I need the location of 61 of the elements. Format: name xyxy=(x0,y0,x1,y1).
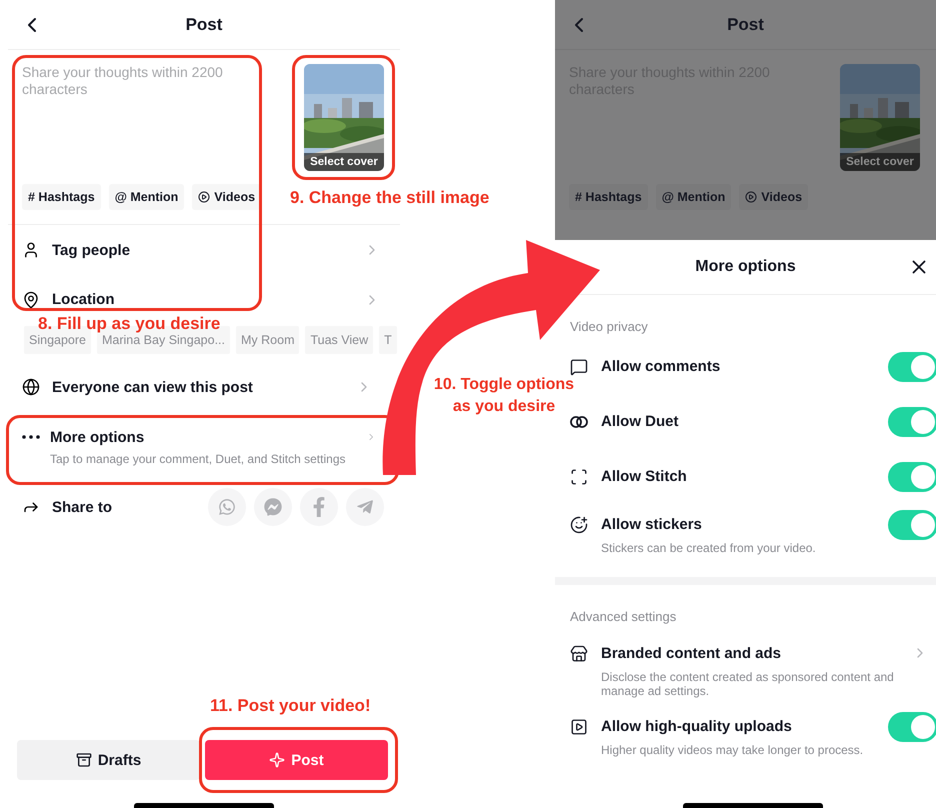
location-chip[interactable]: T xyxy=(379,326,397,354)
tag-chip[interactable]: Videos xyxy=(739,184,808,210)
toggle-switch[interactable] xyxy=(888,510,936,540)
tag-chip[interactable]: # Hashtags xyxy=(22,184,101,210)
cover-thumbnail[interactable]: Select cover xyxy=(840,64,920,171)
cover-thumbnail[interactable]: Select cover xyxy=(304,64,384,171)
option-label: Branded content and ads xyxy=(601,645,782,662)
whatsapp-icon xyxy=(218,498,236,516)
more-icon xyxy=(22,435,40,439)
section-title: Advanced settings xyxy=(569,608,678,626)
tag-chip[interactable]: Videos xyxy=(192,184,262,210)
share-label: Share to xyxy=(52,498,112,516)
option-description: Higher quality videos may take longer to process. xyxy=(601,743,864,757)
play-icon xyxy=(198,191,210,203)
stitch-icon xyxy=(570,468,588,486)
play-icon xyxy=(745,191,758,203)
globe-icon xyxy=(22,378,40,396)
telegram-icon xyxy=(356,498,374,516)
option-label: Allow stickers xyxy=(601,516,702,533)
caption-field[interactable]: Share your thoughts within 2200 characters xyxy=(22,64,292,172)
facebook-button[interactable] xyxy=(300,488,338,526)
option-label: Allow high-quality uploads xyxy=(601,718,792,735)
location-chip[interactable]: My Room xyxy=(236,326,300,354)
telegram-button[interactable] xyxy=(346,488,384,526)
option-label: Allow Duet xyxy=(601,412,678,430)
location-chip[interactable]: Tuas View xyxy=(305,326,374,354)
row-description: Tap to manage your comment, Duet, and Stitch settings xyxy=(50,452,346,466)
option-label: Allow comments xyxy=(601,358,720,374)
toggle-switch[interactable] xyxy=(888,712,936,742)
screen-title: Post xyxy=(186,14,222,34)
video-upload-icon xyxy=(570,718,588,736)
whatsapp-button[interactable] xyxy=(208,488,246,526)
toggle-switch[interactable] xyxy=(888,352,936,382)
screen-title: Post xyxy=(727,14,764,34)
annotation-text: 9. Change the still image xyxy=(290,187,490,209)
annotation-text: 10. Toggle options as you desire xyxy=(432,375,576,417)
section-title: Video privacy xyxy=(569,318,649,336)
option-label: Allow Stitch xyxy=(601,468,687,484)
post-button[interactable]: Post xyxy=(205,740,388,780)
location-pin-icon xyxy=(22,290,40,308)
annotation-text: 11. Post your video! xyxy=(210,695,371,717)
tag-chip[interactable]: @ Mention xyxy=(656,184,732,210)
cover-label: Select cover xyxy=(304,153,384,171)
storefront-icon xyxy=(570,645,588,663)
messenger-icon xyxy=(264,498,282,516)
tag-chip[interactable]: # Hashtags xyxy=(569,184,648,210)
drafts-icon xyxy=(76,752,92,768)
cover-label: Select cover xyxy=(840,153,920,171)
sheet-title: More options xyxy=(695,258,796,276)
option-description: Disclose the content created as sponsored content and manage ad settings. xyxy=(601,670,895,698)
sticker-icon xyxy=(570,516,588,534)
duet-icon xyxy=(570,416,588,428)
comment-icon xyxy=(570,358,588,376)
sparkle-icon xyxy=(269,752,286,768)
option-description: Stickers can be created from your video. xyxy=(601,541,817,555)
tag-chip[interactable]: @ Mention xyxy=(108,184,184,210)
toggle-switch[interactable] xyxy=(888,462,936,492)
person-icon xyxy=(22,241,40,259)
drafts-button[interactable]: Drafts xyxy=(17,740,200,780)
toggle-switch[interactable] xyxy=(888,406,936,436)
messenger-button[interactable] xyxy=(254,488,292,526)
